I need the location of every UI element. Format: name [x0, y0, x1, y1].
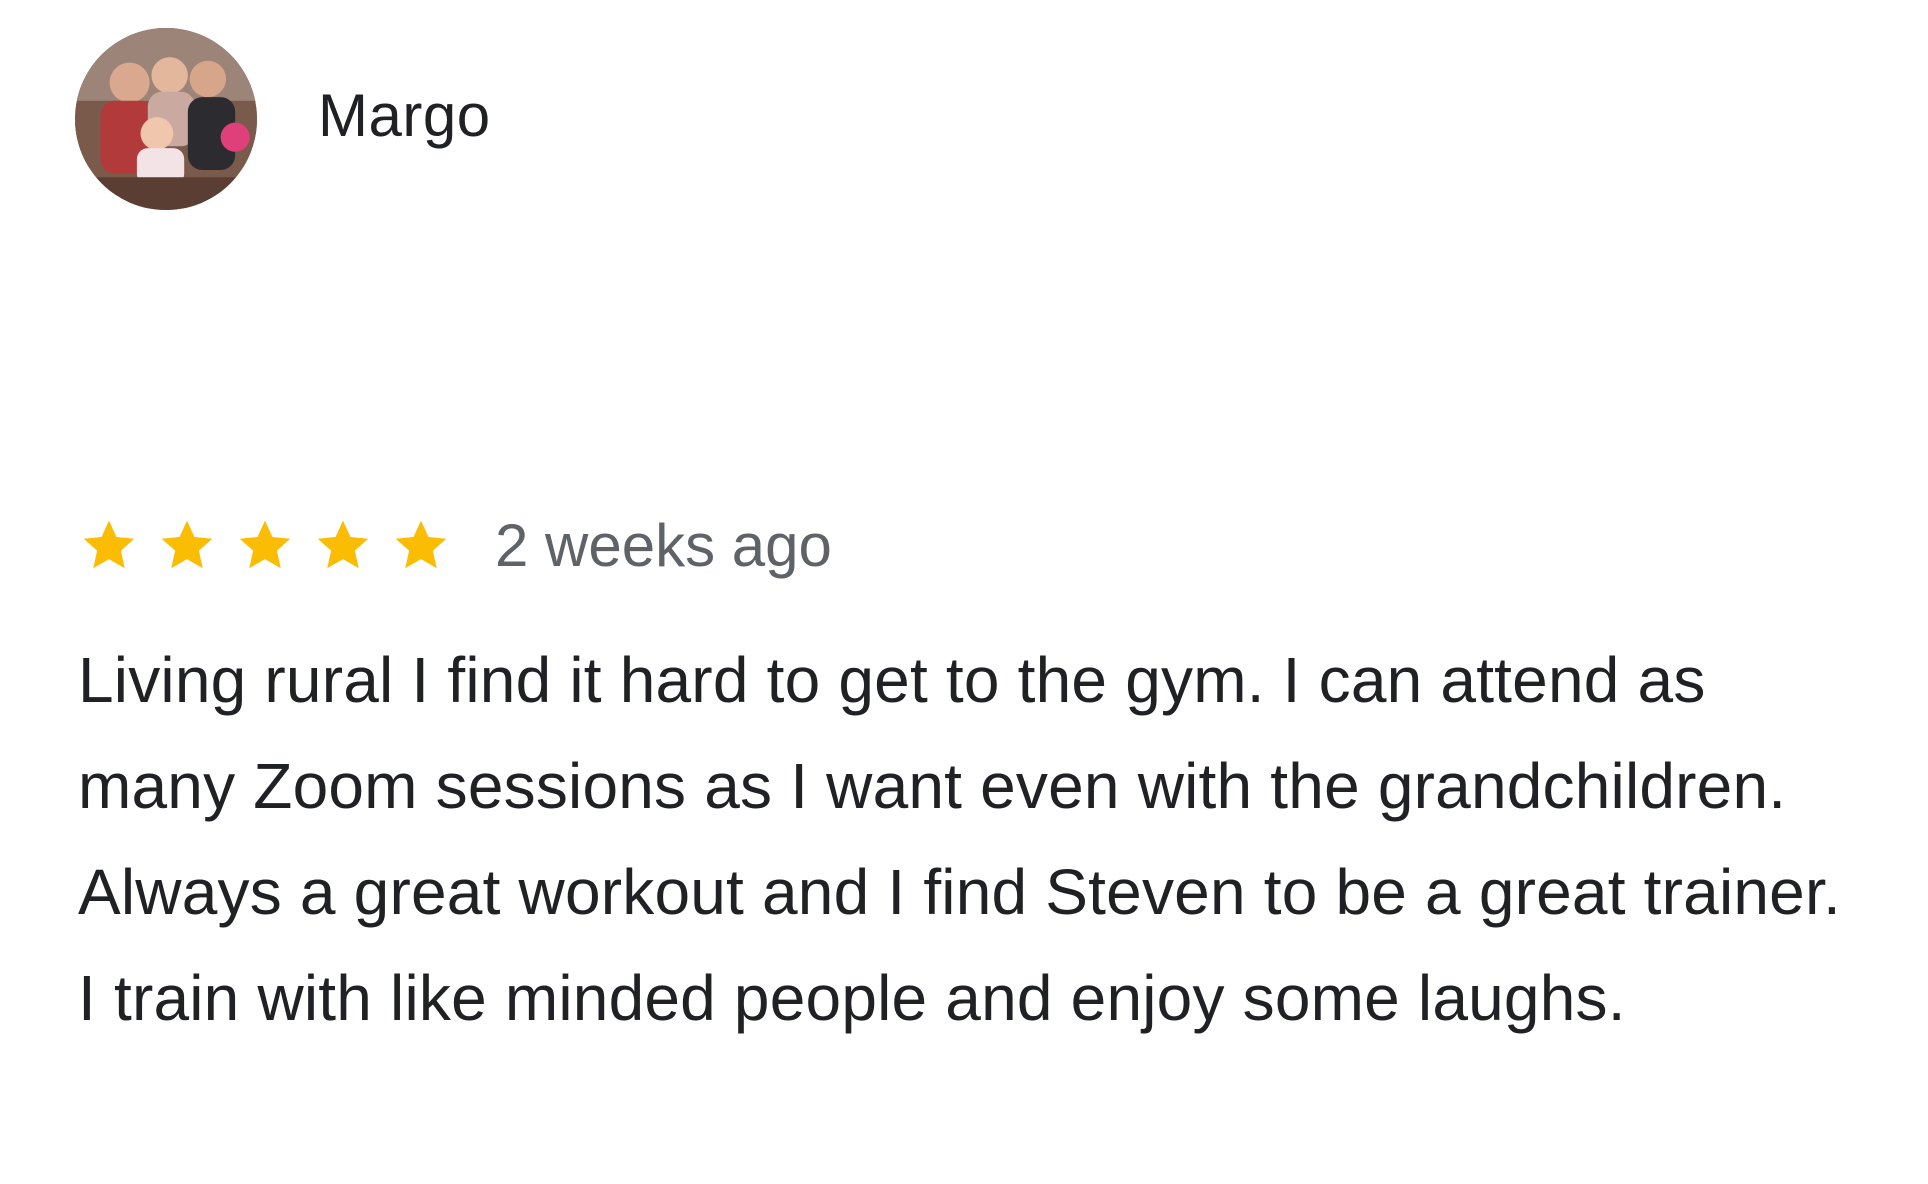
- reviewer-name[interactable]: Margo: [318, 80, 491, 152]
- star-icon: [156, 515, 218, 577]
- reviewer-avatar[interactable]: [75, 28, 257, 210]
- star-icon: [390, 515, 452, 577]
- star-icon: [312, 515, 374, 577]
- star-icon: [234, 515, 296, 577]
- review-text: Living rural I find it hard to get to th…: [78, 644, 1841, 1034]
- review-date: 2 weeks ago: [495, 512, 832, 579]
- review-card: Margo 2 weeks ago Living rural I find it…: [0, 0, 1928, 1184]
- star-icon: [78, 515, 140, 577]
- rating-row: 2 weeks ago: [78, 510, 832, 582]
- avatar-photo-icon: [75, 28, 257, 210]
- star-rating: [78, 515, 468, 577]
